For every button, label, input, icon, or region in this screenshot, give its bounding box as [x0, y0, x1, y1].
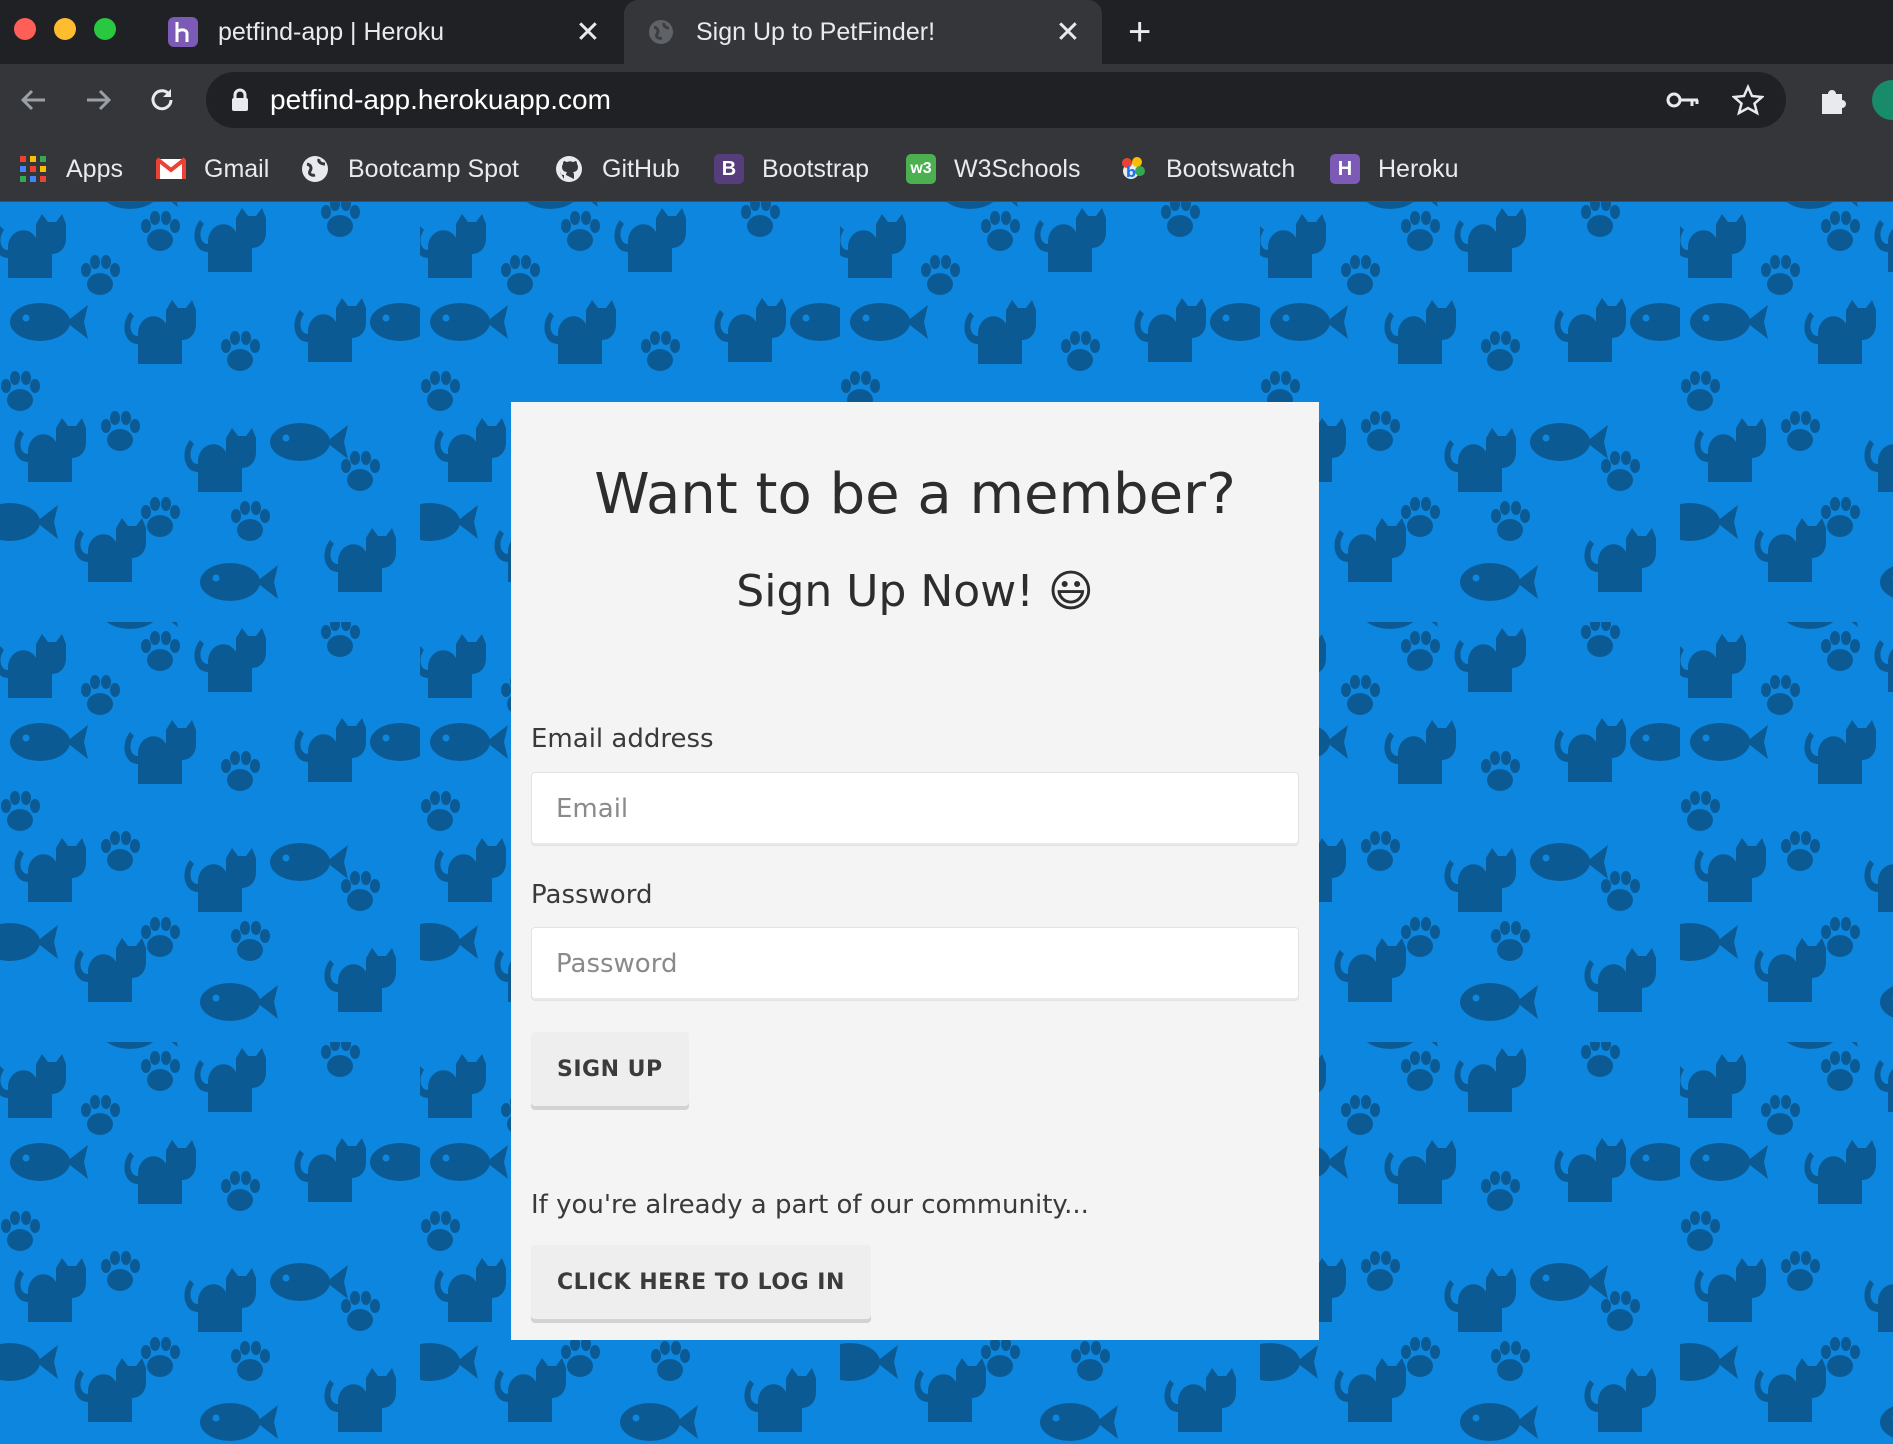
w3schools-icon: w3	[906, 154, 936, 184]
sign-up-button[interactable]: SIGN UP	[531, 1032, 689, 1106]
maximize-window-button[interactable]	[94, 18, 116, 40]
bookmark-label: Bootstrap	[762, 154, 870, 183]
bookmark-star-icon[interactable]	[1732, 72, 1764, 128]
bookmark-github[interactable]: GitHub	[554, 149, 680, 189]
minimize-window-button[interactable]	[54, 18, 76, 40]
bookmark-label: Bootcamp Spot	[348, 154, 519, 183]
close-window-button[interactable]	[14, 18, 36, 40]
profile-avatar[interactable]	[1872, 80, 1893, 120]
password-field[interactable]	[531, 927, 1299, 1001]
close-tab-icon[interactable]: ✕	[568, 15, 608, 50]
login-link-button[interactable]: CLICK HERE TO LOG IN	[531, 1245, 871, 1319]
page-subtitle: Sign Up Now! 😃	[736, 566, 1094, 617]
github-icon	[554, 154, 584, 184]
bookmark-heroku[interactable]: H Heroku	[1330, 149, 1459, 189]
gmail-icon	[156, 154, 186, 184]
key-icon[interactable]	[1666, 72, 1700, 128]
arrow-left-icon	[20, 89, 45, 111]
tab-title: Sign Up to PetFinder!	[696, 17, 936, 46]
bookmark-label: Gmail	[204, 154, 270, 183]
page-title: Want to be a member?	[594, 462, 1236, 527]
url-text: petfind-app.herokuapp.com	[270, 84, 611, 115]
reload-icon	[151, 89, 173, 111]
heroku-icon: H	[1330, 154, 1360, 184]
puzzle-icon	[1822, 90, 1846, 114]
tab-heroku[interactable]: petfind-app | Heroku ✕	[146, 0, 622, 64]
bookmark-bootcamp-spot[interactable]: Bootcamp Spot	[300, 149, 519, 189]
login-prompt: If you're already a part of our communit…	[531, 1190, 1089, 1220]
tab-strip: petfind-app | Heroku ✕ Sign Up to PetFin…	[0, 0, 1893, 64]
signup-card: Want to be a member? Sign Up Now! 😃 Emai…	[511, 402, 1319, 1340]
page-viewport: Want to be a member? Sign Up Now! 😃 Emai…	[0, 202, 1893, 1444]
email-label: Email address	[531, 724, 714, 754]
bookmarks-bar: Apps Gmail Bootcamp Spot GitHub B Bootst…	[0, 136, 1893, 202]
reload-button[interactable]	[142, 80, 182, 120]
close-tab-icon[interactable]: ✕	[1048, 15, 1088, 50]
password-label: Password	[531, 880, 653, 910]
bootswatch-icon: b	[1118, 154, 1148, 184]
svg-text:b: b	[1126, 165, 1136, 181]
email-field[interactable]	[531, 772, 1299, 846]
bookmark-label: Bootswatch	[1166, 154, 1296, 183]
lock-icon	[232, 88, 248, 111]
address-bar[interactable]: petfind-app.herokuapp.com	[206, 72, 1786, 128]
apps-grid-icon	[18, 154, 48, 184]
tab-signup[interactable]: Sign Up to PetFinder! ✕	[624, 0, 1102, 64]
back-button[interactable]	[14, 80, 54, 120]
heroku-icon	[168, 17, 198, 47]
new-tab-button[interactable]: +	[1128, 8, 1151, 56]
browser-toolbar: petfind-app.herokuapp.com	[0, 64, 1893, 136]
bookmark-apps[interactable]: Apps	[18, 149, 123, 189]
extensions-button[interactable]	[1812, 80, 1852, 120]
arrow-right-icon	[87, 89, 112, 111]
bookmark-label: GitHub	[602, 154, 680, 183]
bookmark-gmail[interactable]: Gmail	[156, 149, 269, 189]
bookmark-label: W3Schools	[954, 154, 1081, 183]
bookmark-label: Apps	[66, 154, 123, 183]
bookmark-w3schools[interactable]: w3 W3Schools	[906, 149, 1080, 189]
bookmark-bootswatch[interactable]: b Bootswatch	[1118, 149, 1295, 189]
globe-icon	[300, 154, 330, 184]
bookmark-label: Heroku	[1378, 154, 1459, 183]
forward-button[interactable]	[78, 80, 118, 120]
bookmark-bootstrap[interactable]: B Bootstrap	[714, 149, 869, 189]
globe-icon	[646, 17, 676, 47]
bootstrap-icon: B	[714, 154, 744, 184]
tab-title: petfind-app | Heroku	[218, 17, 445, 46]
